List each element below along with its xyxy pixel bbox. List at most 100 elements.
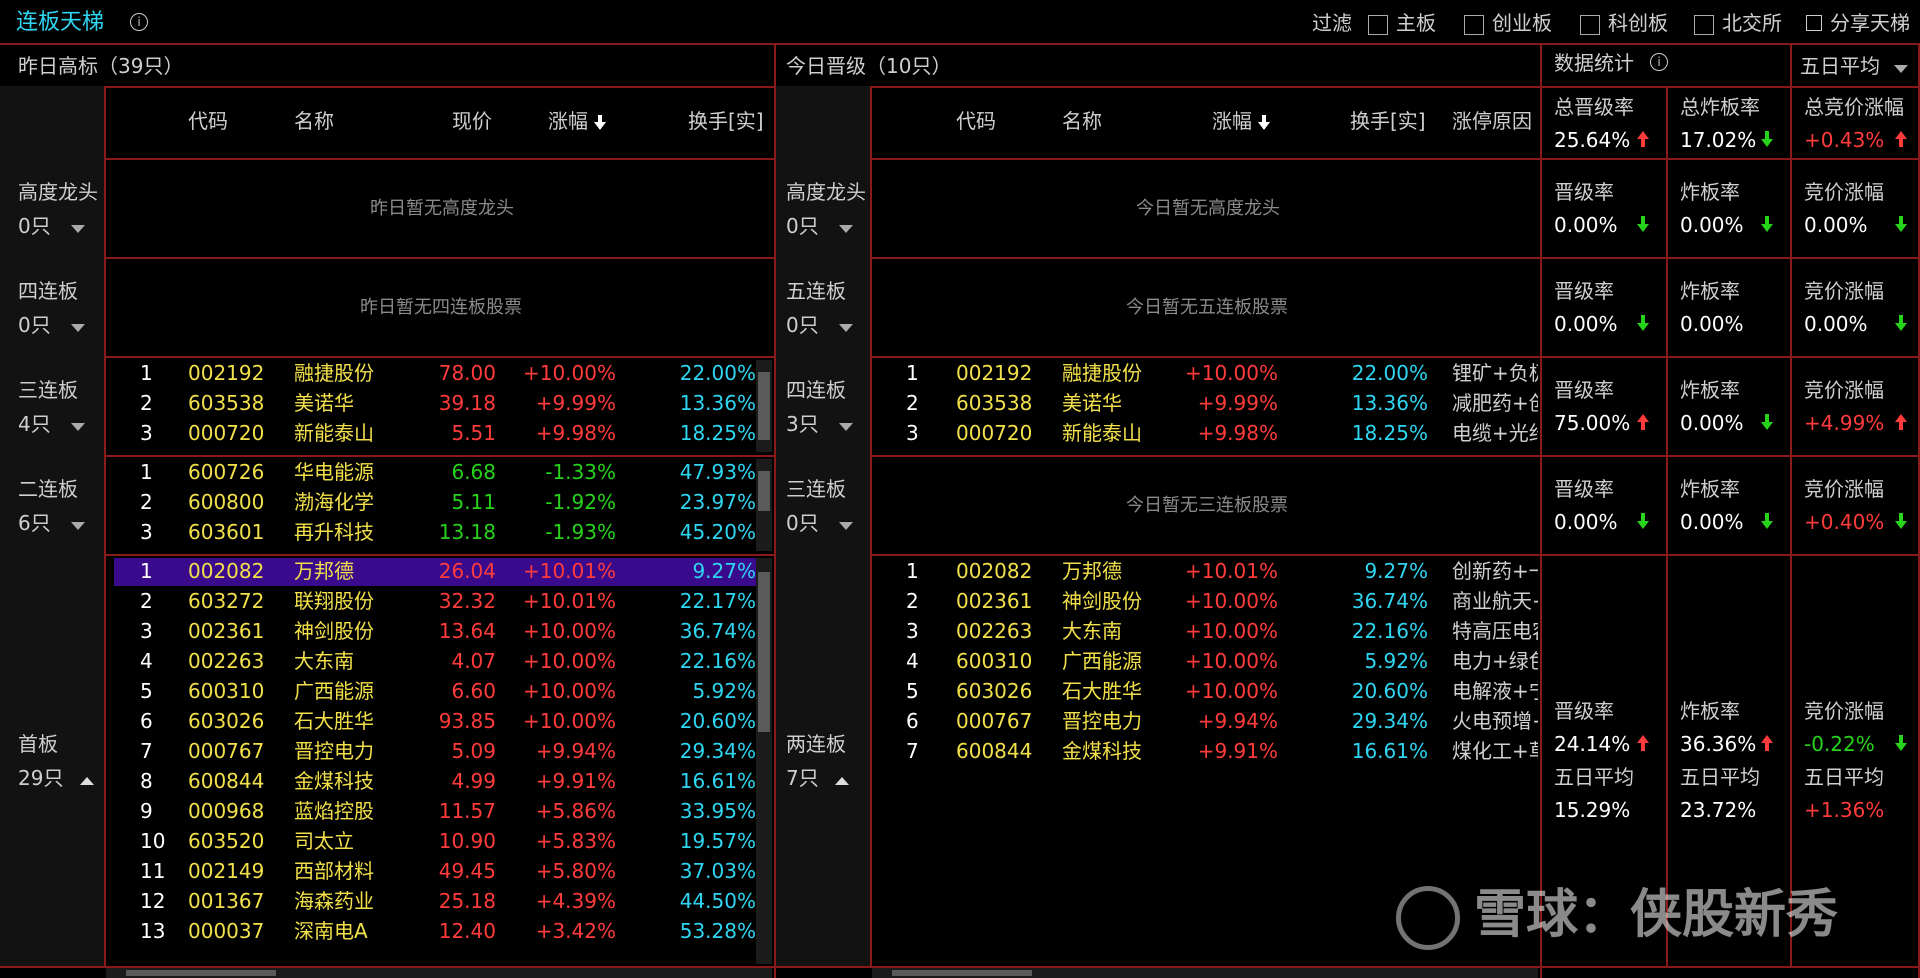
group-label: 四连板	[18, 279, 78, 303]
filter-bse[interactable]: 北交所	[1694, 8, 1782, 38]
stock-code: 600726	[188, 460, 265, 484]
stock-turnover: 20.60%	[1351, 679, 1428, 703]
stock-name: 广西能源	[294, 679, 374, 703]
row-index: 3	[906, 619, 919, 643]
stock-turnover: 44.50%	[679, 889, 756, 913]
stock-price: 13.18	[438, 520, 496, 544]
group-toggle[interactable]: 0只	[18, 310, 86, 340]
filter-main-board[interactable]: 主板	[1368, 8, 1436, 38]
col-price[interactable]: 现价	[452, 106, 492, 136]
stock-change: +9.91%	[535, 769, 616, 793]
stock-name: 美诺华	[294, 391, 354, 415]
period-select[interactable]: 五日平均	[1800, 51, 1909, 81]
col-turnover[interactable]: 换手[实]	[1350, 106, 1426, 136]
stock-change: +9.91%	[1197, 739, 1278, 763]
h-scrollbar-thumb[interactable]	[126, 970, 276, 976]
chevron-down-icon	[71, 225, 86, 233]
stock-price: 26.04	[438, 559, 496, 583]
stock-code: 002192	[188, 361, 265, 385]
stock-change: +10.00%	[1184, 649, 1278, 673]
stock-change: +4.39%	[535, 889, 616, 913]
col-turnover[interactable]: 换手[实]	[688, 106, 764, 136]
stock-price: 6.68	[451, 460, 496, 484]
stock-turnover: 20.60%	[679, 709, 756, 733]
info-icon[interactable]: i	[130, 13, 148, 31]
stock-change: +10.01%	[1184, 559, 1278, 583]
stock-price: 5.51	[451, 421, 496, 445]
stock-price: 49.45	[438, 859, 496, 883]
scrollbar-thumb[interactable]	[758, 572, 770, 732]
stock-name: 石大胜华	[1062, 679, 1142, 703]
stock-code: 603026	[956, 679, 1033, 703]
stock-change: +10.00%	[522, 649, 616, 673]
arrow-up-icon	[1636, 131, 1650, 149]
stock-turnover: 22.00%	[679, 361, 756, 385]
stock-turnover: 13.36%	[1351, 391, 1428, 415]
stock-name: 广西能源	[1062, 649, 1142, 673]
left-panel-title: 昨日高标（39只）	[18, 54, 184, 78]
stock-code: 600844	[188, 769, 265, 793]
group-toggle[interactable]: 4只	[18, 409, 86, 439]
stock-turnover: 9.27%	[692, 559, 756, 583]
checkbox[interactable]	[1694, 14, 1714, 35]
col-change[interactable]: 涨幅	[1212, 106, 1271, 136]
scrollbar-thumb[interactable]	[758, 471, 770, 511]
stock-change: +9.94%	[1197, 709, 1278, 733]
h-scrollbar-thumb[interactable]	[892, 970, 1032, 976]
stat-value: 0.00%	[1680, 510, 1744, 534]
col-reason[interactable]: 涨停原因	[1452, 106, 1532, 136]
chevron-up-icon	[79, 777, 94, 785]
limit-up-reason: 减肥药+创	[1452, 391, 1538, 415]
stat-label: 晋级率	[1554, 378, 1614, 402]
stat-label: 竞价涨幅	[1804, 699, 1884, 723]
stock-turnover: 13.36%	[679, 391, 756, 415]
group-toggle[interactable]: 0只	[18, 211, 86, 241]
stat-value: 0.00%	[1680, 312, 1744, 336]
stock-name: 神剑股份	[294, 619, 374, 643]
stock-turnover: 16.61%	[1351, 739, 1428, 763]
checkbox[interactable]	[1464, 14, 1484, 35]
stock-change: +9.99%	[535, 391, 616, 415]
stock-change: +5.83%	[535, 829, 616, 853]
stat-value: +4.99%	[1804, 411, 1885, 435]
chevron-down-icon	[1894, 65, 1909, 73]
group-toggle[interactable]: 3只	[786, 409, 854, 439]
stock-name: 华电能源	[294, 460, 374, 484]
watermark-logo-icon	[1396, 886, 1460, 950]
col-code[interactable]: 代码	[188, 106, 228, 136]
stock-turnover: 18.25%	[1351, 421, 1428, 445]
filter-chinext[interactable]: 创业板	[1464, 8, 1552, 38]
stock-turnover: 22.16%	[679, 649, 756, 673]
group-toggle[interactable]: 0只	[786, 211, 854, 241]
checkbox[interactable]	[1368, 14, 1388, 35]
col-change[interactable]: 涨幅	[548, 106, 607, 136]
col-name[interactable]: 名称	[1062, 106, 1102, 136]
stock-name: 新能泰山	[1062, 421, 1142, 445]
checkbox[interactable]	[1580, 14, 1600, 35]
chevron-down-icon	[839, 423, 854, 431]
stock-turnover: 45.20%	[679, 520, 756, 544]
group-toggle[interactable]: 6只	[18, 508, 86, 538]
arrow-down-icon	[1760, 414, 1774, 432]
col-code[interactable]: 代码	[956, 106, 996, 136]
share-ladder-button[interactable]: 分享天梯	[1806, 8, 1910, 38]
stock-price: 32.32	[438, 589, 496, 613]
scrollbar-thumb[interactable]	[758, 372, 770, 440]
group-toggle[interactable]: 0只	[786, 310, 854, 340]
filter-star[interactable]: 科创板	[1580, 8, 1668, 38]
stock-change: +10.00%	[1184, 361, 1278, 385]
chevron-down-icon	[71, 522, 86, 530]
stat-label: 晋级率	[1554, 699, 1614, 723]
group-toggle[interactable]: 0只	[786, 508, 854, 538]
chevron-down-icon	[839, 522, 854, 530]
group-toggle[interactable]: 7只	[786, 763, 850, 793]
group-toggle[interactable]: 29只	[18, 763, 94, 793]
col-name[interactable]: 名称	[294, 106, 334, 136]
stock-code: 603026	[188, 709, 265, 733]
stock-change: +3.42%	[535, 919, 616, 943]
stock-price: 12.40	[438, 919, 496, 943]
group-label: 高度龙头	[18, 180, 98, 204]
stock-change: +10.00%	[522, 709, 616, 733]
empty-message: 今日暂无高度龙头	[1136, 198, 1280, 219]
info-icon[interactable]: i	[1650, 53, 1668, 71]
